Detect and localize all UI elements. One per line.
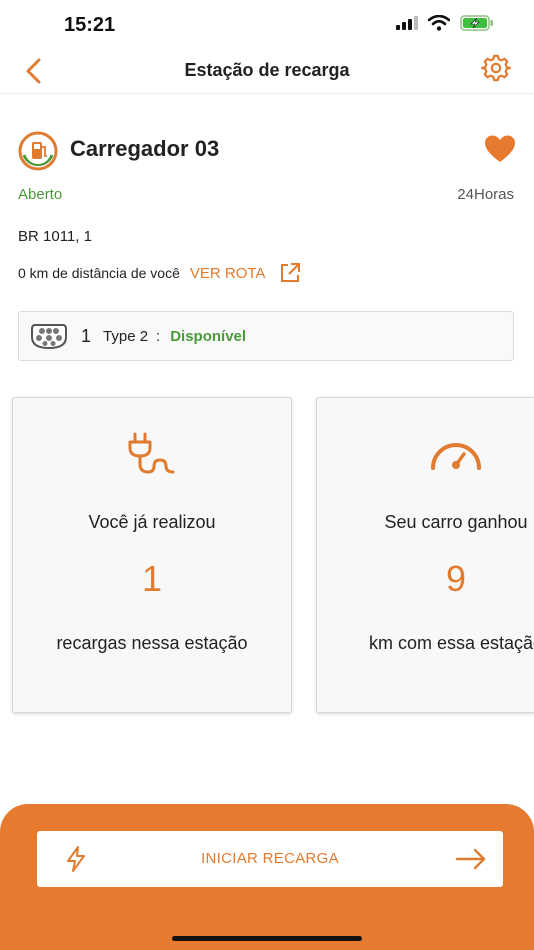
stats-carousel[interactable]: Você já realizou 1 recargas nessa estaçã… — [0, 396, 534, 716]
speedometer-icon — [431, 443, 481, 470]
stat-card-charges: Você já realizou 1 recargas nessa estaçã… — [12, 397, 292, 713]
stat-value: 1 — [141, 558, 163, 599]
wifi-icon — [428, 15, 450, 31]
nav-bar: Estação de recarga — [0, 48, 534, 94]
status-icons — [396, 15, 494, 31]
home-indicator — [172, 936, 362, 941]
heart-icon[interactable] — [484, 134, 516, 164]
status-bar: 15:21 — [0, 0, 534, 50]
stat-intro: Seu carro ganhou — [384, 512, 528, 532]
gear-icon — [481, 54, 511, 82]
charging-station-logo — [18, 131, 58, 171]
connector-info: 1 Type 2 : Disponível — [18, 311, 514, 361]
connector-status: Disponível — [170, 327, 247, 345]
opening-hours: 24Horas — [457, 186, 514, 203]
station-address: BR 1011, 1 — [18, 228, 92, 245]
type2-connector-icon — [31, 324, 67, 350]
connector-count: 1 — [81, 325, 92, 346]
connector-type: Type 2 — [103, 327, 149, 345]
plug-icon — [128, 432, 175, 474]
station-header: Carregador 03 — [18, 128, 516, 172]
settings-button[interactable] — [480, 52, 512, 84]
page-title: Estação de recarga — [184, 60, 350, 80]
arrow-right-icon — [455, 848, 486, 870]
view-route-link[interactable]: VER ROTA — [190, 265, 266, 282]
battery-charging-icon — [460, 15, 493, 31]
external-link-icon[interactable] — [279, 262, 301, 284]
station-name: Carregador 03 — [70, 136, 220, 161]
start-charging-label: INICIAR RECARGA — [201, 850, 339, 867]
stat-card-distance: Seu carro ganhou 9 km com essa estação — [316, 397, 534, 713]
stat-intro: Você já realizou — [88, 512, 216, 532]
distance-row: 0 km de distância de você VER ROTA — [18, 262, 301, 284]
distance-text: 0 km de distância de você — [18, 265, 180, 281]
stat-description: recargas nessa estação — [56, 633, 248, 653]
bottom-action-panel: INICIAR RECARGA — [0, 804, 534, 950]
stat-value: 9 — [445, 558, 467, 599]
connector-separator: : — [156, 327, 161, 345]
start-charging-button[interactable]: INICIAR RECARGA — [37, 831, 503, 887]
stat-description: km com essa estação — [368, 633, 534, 653]
signal-icon — [396, 16, 418, 30]
open-status: Aberto — [18, 186, 63, 203]
status-time: 15:21 — [64, 14, 116, 36]
